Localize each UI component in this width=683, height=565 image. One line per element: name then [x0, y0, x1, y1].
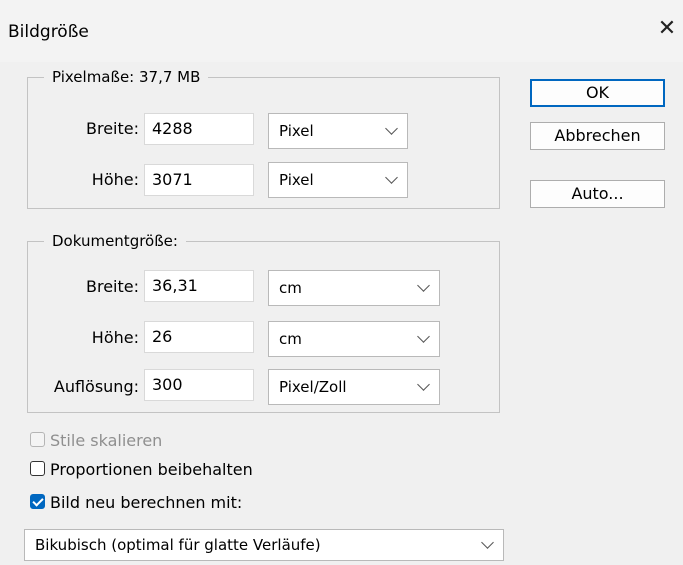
chevron-down-icon	[385, 122, 398, 135]
doc-height-unit-select[interactable]: cm	[268, 321, 440, 357]
cancel-button[interactable]: Abbrechen	[530, 122, 665, 150]
doc-width-input[interactable]: 36,31	[144, 270, 254, 302]
doc-width-label: Breite:	[86, 277, 139, 296]
chevron-down-icon	[417, 378, 430, 391]
resample-checkbox-row[interactable]: Bild neu berechnen mit:	[30, 493, 290, 513]
resolution-label: Auflösung:	[53, 377, 139, 396]
resample-label: Bild neu berechnen mit:	[50, 493, 243, 512]
scale-styles-checkbox	[30, 432, 45, 447]
chevron-down-icon	[417, 330, 430, 343]
ok-button[interactable]: OK	[530, 79, 665, 107]
doc-height-unit-value: cm	[279, 330, 302, 348]
resolution-unit-select[interactable]: Pixel/Zoll	[268, 369, 440, 405]
pixel-height-input[interactable]: 3071	[144, 164, 254, 196]
close-icon[interactable]: ✕	[655, 16, 679, 42]
constrain-proportions-checkbox-row[interactable]: Proportionen beibehalten	[30, 460, 290, 480]
pixel-dimensions-legend: Pixelmaße: 37,7 MB	[44, 68, 209, 86]
pixel-width-unit-value: Pixel	[279, 122, 314, 140]
resample-method-value: Bikubisch (optimal für glatte Verläufe)	[35, 536, 321, 554]
pixel-height-label: Höhe:	[91, 170, 139, 189]
doc-width-unit-select[interactable]: cm	[268, 270, 440, 306]
pixel-height-unit-value: Pixel	[279, 171, 314, 189]
pixel-height-unit-select[interactable]: Pixel	[268, 162, 408, 198]
constrain-proportions-checkbox[interactable]	[30, 461, 45, 476]
doc-height-input[interactable]: 26	[144, 321, 254, 353]
auto-button[interactable]: Auto...	[530, 180, 665, 208]
resample-checkbox[interactable]	[30, 494, 45, 509]
doc-height-label: Höhe:	[91, 328, 139, 347]
document-size-legend: Dokumentgröße:	[44, 232, 186, 250]
chevron-down-icon	[481, 536, 494, 549]
constrain-proportions-label: Proportionen beibehalten	[50, 460, 253, 479]
scale-styles-label: Stile skalieren	[50, 431, 163, 450]
title-bar	[0, 0, 683, 62]
dialog-title: Bildgröße	[8, 22, 89, 42]
doc-width-unit-value: cm	[279, 279, 302, 297]
scale-styles-checkbox-row: Stile skalieren	[30, 431, 230, 451]
pixel-dimensions-group	[27, 77, 500, 209]
chevron-down-icon	[385, 171, 398, 184]
resolution-input[interactable]: 300	[144, 369, 254, 401]
resolution-unit-value: Pixel/Zoll	[279, 378, 347, 396]
pixel-width-unit-select[interactable]: Pixel	[268, 113, 408, 149]
pixel-width-label: Breite:	[86, 119, 139, 138]
chevron-down-icon	[417, 279, 430, 292]
resample-method-select[interactable]: Bikubisch (optimal für glatte Verläufe)	[24, 529, 504, 561]
pixel-width-input[interactable]: 4288	[144, 113, 254, 145]
